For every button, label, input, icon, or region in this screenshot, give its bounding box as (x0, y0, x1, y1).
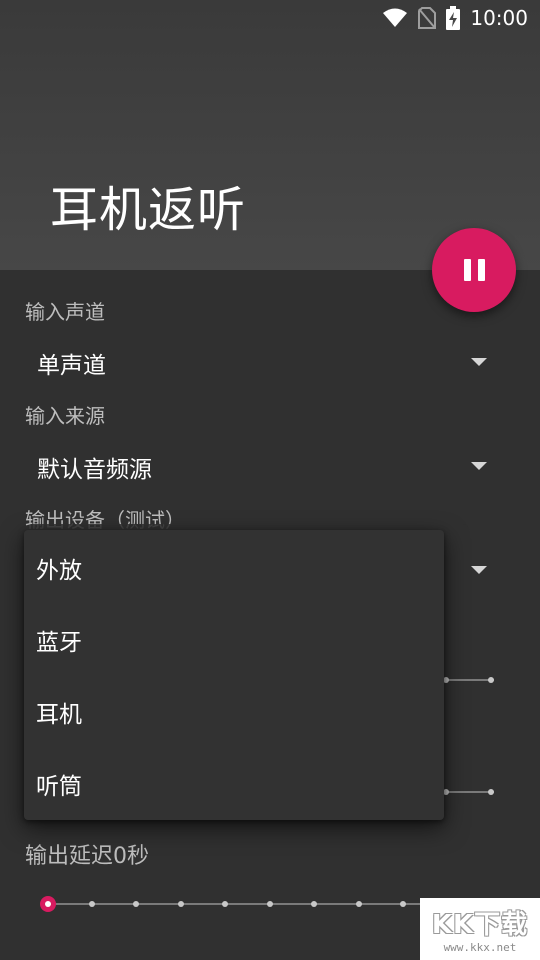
status-bar: 10:00 (0, 0, 540, 36)
seekbar-tick (178, 901, 184, 907)
watermark-text: KK下载 (431, 910, 529, 940)
seekbar-thumb[interactable] (40, 896, 56, 912)
input-channel-label: 输入声道 (25, 300, 105, 324)
dropdown-caret-icon (471, 566, 487, 574)
seekbar-tick (356, 901, 362, 907)
output-delay-label: 输出延迟0秒 (25, 844, 149, 869)
menu-item-bluetooth[interactable]: 蓝牙 (24, 604, 444, 676)
input-source-spinner[interactable]: 默认音频源 (25, 440, 515, 492)
seekbar-tick (222, 901, 228, 907)
wifi-icon (382, 8, 408, 28)
input-channel-value: 单声道 (37, 353, 106, 379)
seekbar-tick (311, 901, 317, 907)
watermark-url: www.kkx.net (443, 941, 517, 954)
seekbar-tick (400, 901, 406, 907)
dropdown-caret-icon (471, 358, 487, 366)
menu-item-speaker[interactable]: 外放 (24, 532, 444, 604)
output-device-dropdown-menu: 外放 蓝牙 耳机 听筒 (24, 530, 444, 820)
dropdown-caret-icon (471, 462, 487, 470)
input-source-value: 默认音频源 (37, 457, 152, 483)
no-sim-icon (418, 7, 437, 29)
pause-icon (463, 259, 485, 281)
input-source-label: 输入来源 (25, 404, 105, 428)
status-time: 10:00 (470, 6, 528, 30)
menu-item-headphones[interactable]: 耳机 (24, 676, 444, 748)
battery-charging-icon (446, 6, 461, 30)
seekbar-tick (267, 901, 273, 907)
menu-item-earpiece[interactable]: 听筒 (24, 748, 444, 820)
seekbar-tick (133, 901, 139, 907)
seekbar-tick (89, 901, 95, 907)
pause-button[interactable] (432, 228, 516, 312)
input-channel-spinner[interactable]: 单声道 (25, 336, 515, 388)
page-title: 耳机返听 (50, 182, 247, 238)
watermark-logo: KK下载 www.kkx.net (420, 898, 540, 960)
